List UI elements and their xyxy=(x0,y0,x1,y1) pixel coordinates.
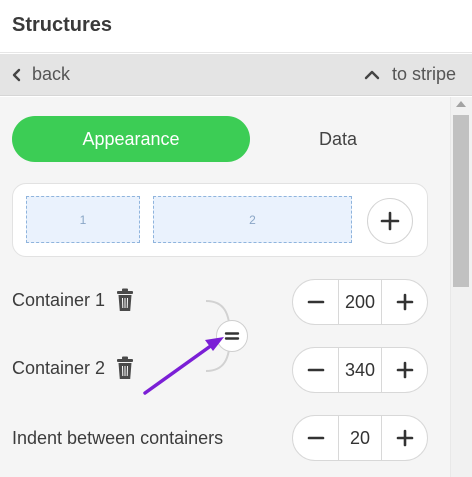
indent-input[interactable]: 20 xyxy=(338,416,382,460)
minus-icon xyxy=(307,368,324,372)
container-2-stepper: 340 xyxy=(292,347,428,393)
page-title: Structures xyxy=(12,14,113,36)
plus-icon xyxy=(380,211,400,231)
chevron-up-icon xyxy=(364,70,380,79)
increment-button[interactable] xyxy=(382,416,427,460)
add-container-button[interactable] xyxy=(367,198,413,244)
trash-icon[interactable] xyxy=(115,356,135,380)
container-1-row: Container 1 xyxy=(12,288,135,312)
decrement-button[interactable] xyxy=(293,416,338,460)
increment-button[interactable] xyxy=(382,280,427,324)
back-label: back xyxy=(32,64,71,84)
structure-preview: 1 2 xyxy=(12,183,428,257)
container-2-label: Container 2 xyxy=(12,357,106,378)
minus-icon xyxy=(307,436,324,440)
plus-icon xyxy=(396,429,413,447)
chevron-left-icon xyxy=(12,68,21,81)
minus-icon xyxy=(307,300,324,304)
container-2-width-input[interactable]: 340 xyxy=(338,348,382,392)
container-2-row: Container 2 xyxy=(12,356,135,380)
container-1-stepper: 200 xyxy=(292,279,428,325)
back-button[interactable]: back xyxy=(10,64,70,85)
scroll-thumb[interactable] xyxy=(453,115,469,287)
equals-icon xyxy=(224,332,240,340)
indent-row: Indent between containers xyxy=(12,428,223,449)
decrement-button[interactable] xyxy=(293,280,338,324)
container-block-1[interactable]: 1 xyxy=(26,196,140,243)
increment-button[interactable] xyxy=(382,348,427,392)
to-stripe-label: to stripe xyxy=(391,64,456,84)
indent-label: Indent between containers xyxy=(12,428,224,448)
to-stripe-button[interactable]: to stripe xyxy=(364,64,456,85)
scroll-up-arrow[interactable] xyxy=(456,101,466,107)
equalize-handle[interactable] xyxy=(216,320,248,352)
tab-data[interactable]: Data xyxy=(262,116,414,162)
container-block-2[interactable]: 2 xyxy=(153,196,352,243)
panel-header: Structures xyxy=(0,0,472,53)
decrement-button[interactable] xyxy=(293,348,338,392)
tab-appearance[interactable]: Appearance xyxy=(12,116,250,162)
settings-content: Appearance Data 1 2 Container 1 200 Cont… xyxy=(0,97,450,477)
indent-stepper: 20 xyxy=(292,415,428,461)
nav-bar: back to stripe xyxy=(0,54,472,96)
container-1-label: Container 1 xyxy=(12,289,106,310)
trash-icon[interactable] xyxy=(115,288,135,312)
scrollbar[interactable] xyxy=(450,97,472,477)
plus-icon xyxy=(396,293,413,311)
plus-icon xyxy=(396,361,413,379)
container-1-width-input[interactable]: 200 xyxy=(338,280,382,324)
